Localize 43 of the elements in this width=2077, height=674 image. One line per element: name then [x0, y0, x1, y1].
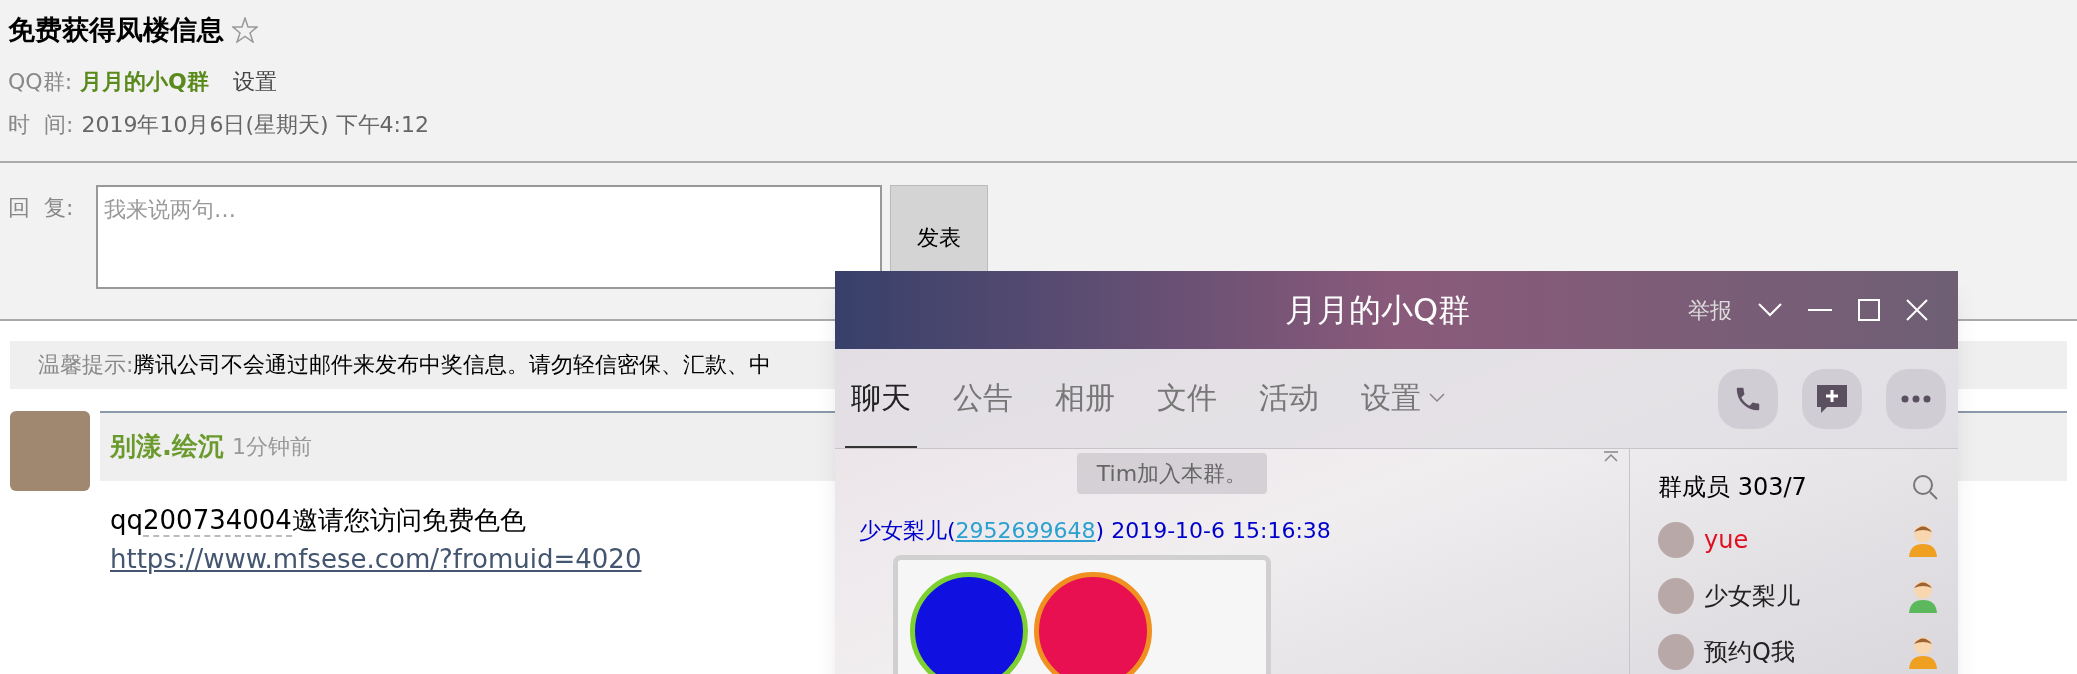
chat-tab[interactable]: 相册 — [1049, 349, 1121, 448]
chat-tab[interactable]: 活动 — [1253, 349, 1325, 448]
comment-link[interactable]: https://www.mfsese.com/?fromuid=4020 — [110, 539, 642, 579]
reply-input-field[interactable]: 我来说两句… — [96, 184, 882, 289]
group-label: QQ群: — [8, 67, 73, 96]
reply-label: 回 复: — [8, 193, 75, 222]
members-title: 群成员 303/7 — [1658, 472, 1807, 503]
member-row[interactable]: 少女梨儿 — [1658, 577, 1938, 615]
favorite-star-icon[interactable] — [232, 17, 258, 44]
time-label: 时 间: — [8, 110, 74, 139]
chat-window-title: 月月的小Q群 — [1285, 290, 1471, 331]
maximize-icon[interactable] — [1858, 299, 1880, 321]
member-avatar — [1658, 578, 1694, 614]
tip-label: 温馨提示: — [38, 351, 134, 379]
collapse-up-icon[interactable] — [1603, 451, 1619, 463]
chat-tab[interactable]: 文件 — [1151, 349, 1223, 448]
member-avatar — [1658, 634, 1694, 670]
more-options-button[interactable] — [1886, 368, 1946, 429]
chat-tab[interactable]: 聊天 — [845, 349, 917, 448]
close-icon[interactable] — [1906, 299, 1928, 321]
settings-link[interactable]: 设置 — [232, 64, 277, 98]
member-row[interactable]: 预约Q我 — [1658, 633, 1938, 671]
member-name: 预约Q我 — [1704, 637, 1795, 668]
system-notice: Tim加入本群。 — [1076, 453, 1268, 494]
add-message-button[interactable] — [1802, 368, 1862, 429]
search-icon[interactable] — [1912, 474, 1938, 500]
chat-tab[interactable]: 设置 — [1355, 349, 1451, 448]
member-row[interactable]: yue — [1658, 521, 1938, 559]
group-name-link[interactable]: 月月的小Q群 — [80, 64, 209, 98]
phone-call-button[interactable] — [1718, 368, 1778, 429]
comment-time: 1分钟前 — [231, 433, 312, 461]
post-title: 免费获得凤楼信息 — [8, 13, 224, 47]
member-avatar — [1658, 522, 1694, 558]
ellipsis-icon — [1901, 394, 1931, 403]
member-name: yue — [1704, 525, 1749, 556]
chat-tab[interactable]: 公告 — [947, 349, 1019, 448]
report-button[interactable]: 举报 — [1688, 293, 1732, 327]
chevron-down-icon[interactable] — [1758, 303, 1782, 317]
message-sender-line: 少女梨儿(2952699648) 2019-10-6 15:16:38 — [859, 517, 1332, 545]
tip-text: 腾讯公司不会通过邮件来发布中奖信息。请勿轻信密保、汇款、中 — [133, 351, 772, 379]
post-time: 2019年10月6日(星期天) 下午4:12 — [81, 110, 429, 139]
comment-author[interactable]: 别漾.绘沉 — [110, 427, 224, 466]
member-name: 少女梨儿 — [1704, 581, 1800, 612]
